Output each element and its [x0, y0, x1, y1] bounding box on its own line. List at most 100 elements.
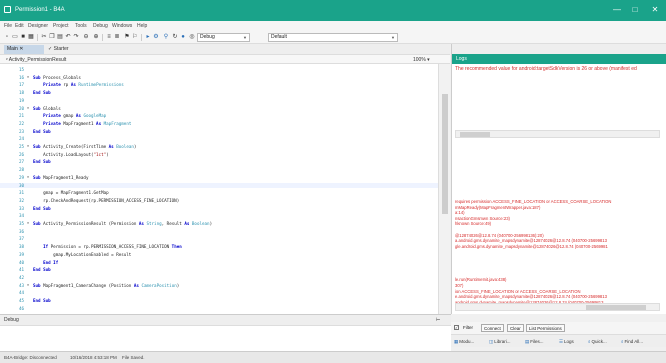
- sub-selector[interactable]: ᵛ Activity_PermissionResult: [6, 56, 66, 64]
- zoom-select[interactable]: 100% ▾: [413, 56, 430, 64]
- tab-quick-search[interactable]: ⌕Quick...: [588, 338, 607, 345]
- compile-icon[interactable]: ⚙: [153, 34, 159, 41]
- code-line[interactable]: 45 End Sub: [0, 298, 438, 303]
- code-line[interactable]: 27 End Sub: [0, 159, 438, 164]
- save-icon[interactable]: ■: [20, 34, 26, 41]
- code-line[interactable]: 38 If Permission = rp.PERMISSION_ACCESS_…: [0, 244, 438, 249]
- code-line[interactable]: 21 Private gmap As GoogleMap: [0, 113, 438, 118]
- scrollbar-thumb[interactable]: [586, 305, 646, 310]
- outdent-icon[interactable]: ≣: [114, 34, 120, 41]
- code-line[interactable]: 23 End Sub: [0, 129, 438, 134]
- build-config-select[interactable]: Default ▼: [268, 33, 398, 42]
- code-line[interactable]: 43 ⊟ Sub MapFragment1_CameraChange (Positi…: [0, 283, 438, 288]
- undo-icon[interactable]: ↶: [65, 34, 71, 41]
- scrollbar-thumb[interactable]: [460, 132, 490, 137]
- filter-checkbox[interactable]: ✓: [454, 325, 459, 330]
- copy-icon[interactable]: ❐: [49, 34, 55, 41]
- code-line[interactable]: 31 gmap = MapFragment1.GetMap: [0, 190, 438, 195]
- logs-horizontal-scrollbar[interactable]: [455, 130, 660, 138]
- uncomment-icon[interactable]: ⊕: [93, 34, 99, 41]
- bridge-icon[interactable]: ◎: [189, 34, 195, 41]
- code-line[interactable]: 41 End Sub: [0, 267, 438, 272]
- pin-icon[interactable]: ⊢: [436, 315, 440, 325]
- code-line[interactable]: 44: [0, 290, 438, 295]
- code-line[interactable]: 25 ⊟ Sub Activity_Create(FirstTime As Bool…: [0, 144, 438, 149]
- code-line[interactable]: 37: [0, 236, 438, 241]
- bookmark-next-icon[interactable]: ⚐: [132, 34, 138, 41]
- menu-debug[interactable]: Debug: [93, 23, 108, 29]
- scrollbar-thumb[interactable]: [442, 94, 448, 214]
- code-line[interactable]: 30: [0, 182, 438, 188]
- code-line[interactable]: 26 Activity.LoadLayout("1ct"): [0, 152, 438, 157]
- fold-toggle-icon[interactable]: ⊟: [27, 106, 30, 111]
- tab-starter[interactable]: ✓ Starter: [48, 45, 69, 54]
- line-number: 24: [18, 136, 24, 142]
- code-line[interactable]: 35 ⊟ Sub Activity_PermissionResult (Permis…: [0, 221, 438, 226]
- paste-icon[interactable]: ▤: [57, 34, 63, 41]
- code-line[interactable]: 39 gmap.MyLocationEnabled = Result: [0, 252, 438, 257]
- tab-logs[interactable]: ☰Logs: [559, 338, 574, 345]
- code-line[interactable]: 34: [0, 213, 438, 218]
- menu-project[interactable]: Project: [53, 23, 69, 29]
- fold-toggle-icon[interactable]: ⊟: [27, 283, 30, 288]
- menu-tools[interactable]: Tools: [75, 23, 87, 29]
- fold-toggle-icon[interactable]: ⊟: [27, 75, 30, 80]
- menu-designer[interactable]: Designer: [28, 23, 48, 29]
- code-line[interactable]: 16 ⊟ Sub Process_Globals: [0, 75, 438, 80]
- cut-icon[interactable]: ✂: [41, 34, 47, 41]
- code-line[interactable]: 15: [0, 67, 438, 72]
- tab-libraries[interactable]: ◫Librari...: [489, 338, 511, 345]
- save-all-icon[interactable]: ▦: [28, 34, 34, 41]
- fold-toggle-icon[interactable]: ⊟: [27, 175, 30, 180]
- code-line[interactable]: 32 rp.CheckAndRequest(rp.PERMISSION_ACCE…: [0, 198, 438, 203]
- fold-toggle-icon[interactable]: ⊟: [27, 221, 30, 226]
- list-permissions-button[interactable]: List Permissions: [526, 324, 565, 332]
- tab-main[interactable]: Main ✕: [4, 45, 44, 54]
- log-output-scrollbar[interactable]: [455, 303, 660, 311]
- code-line[interactable]: 19: [0, 98, 438, 103]
- code-token: ): [133, 144, 137, 149]
- bookmark-icon[interactable]: ⚑: [124, 34, 130, 41]
- code-line[interactable]: 18 End Sub: [0, 90, 438, 95]
- comment-icon[interactable]: ⊖: [83, 34, 89, 41]
- code-editor[interactable]: 15 16 ⊟ Sub Process_Globals 17 Private rp As…: [0, 64, 438, 314]
- chevron-down-icon: ▼: [391, 35, 395, 40]
- menu-help[interactable]: Help: [137, 23, 147, 29]
- fold-toggle-icon[interactable]: ⊟: [27, 144, 30, 149]
- code-line[interactable]: 28: [0, 167, 438, 172]
- run-icon[interactable]: ▸: [145, 34, 151, 41]
- code-line[interactable]: 33 End Sub: [0, 206, 438, 211]
- minimize-button[interactable]: —: [610, 4, 624, 16]
- new-file-icon[interactable]: ▫: [4, 34, 10, 41]
- close-icon[interactable]: ✕: [19, 46, 23, 52]
- code-line[interactable]: 17 Private rp As RuntimePermissions: [0, 82, 438, 87]
- open-file-icon[interactable]: ▭: [12, 34, 18, 41]
- code-line[interactable]: 29 ⊟ Sub MapFragment1_Ready: [0, 175, 438, 180]
- sync-icon[interactable]: ↻: [172, 34, 178, 41]
- code-line[interactable]: 42: [0, 275, 438, 280]
- designer-icon[interactable]: ●: [180, 34, 186, 41]
- tab-modules[interactable]: ▦Modu...: [454, 338, 474, 345]
- build-mode-select[interactable]: Debug ▼: [197, 33, 250, 42]
- code-line[interactable]: 46: [0, 306, 438, 311]
- indent-icon[interactable]: ≡: [106, 34, 112, 41]
- clear-button[interactable]: Clear: [507, 324, 524, 332]
- logs-tab[interactable]: Logs: [452, 54, 666, 64]
- code-token: Permission = rp.PERMISSION_ACCESS_FINE_L…: [50, 244, 172, 250]
- debug-icon[interactable]: ⚲: [163, 34, 169, 41]
- close-button[interactable]: ✕: [648, 4, 662, 16]
- code-line[interactable]: 20 ⊟ Sub Globals: [0, 106, 438, 111]
- redo-icon[interactable]: ↷: [73, 34, 79, 41]
- maximize-button[interactable]: □: [628, 4, 642, 16]
- code-line[interactable]: 36: [0, 229, 438, 234]
- code-line[interactable]: 24: [0, 136, 438, 141]
- editor-vertical-scrollbar[interactable]: [438, 64, 450, 314]
- menu-windows[interactable]: Windows: [112, 23, 132, 29]
- menu-edit[interactable]: Edit: [15, 23, 24, 29]
- tab-files[interactable]: ▤Files...: [525, 338, 544, 345]
- connect-button[interactable]: Connect: [481, 324, 504, 332]
- code-line[interactable]: 40 End If: [0, 260, 438, 265]
- menu-file[interactable]: File: [4, 23, 12, 29]
- tab-find-all[interactable]: ⌕Find All...: [621, 338, 643, 345]
- code-line[interactable]: 22 Private MapFragment1 As MapFragment: [0, 121, 438, 126]
